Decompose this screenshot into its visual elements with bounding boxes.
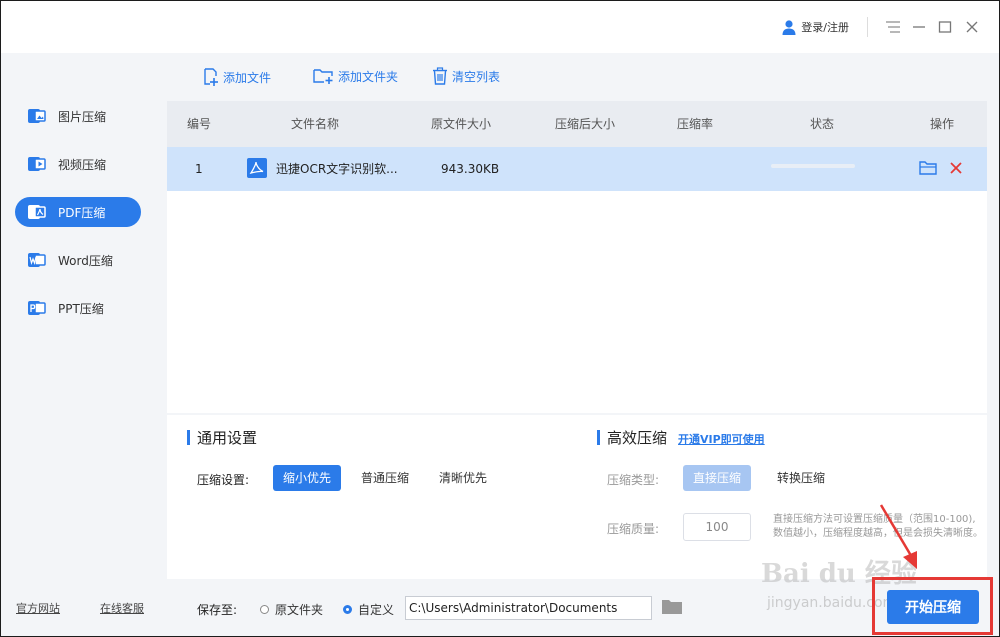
option-normal-compress[interactable]: 普通压缩 bbox=[351, 465, 419, 491]
row-file-name: 迅捷OCR文字识别软... bbox=[276, 162, 398, 176]
browse-folder-button[interactable] bbox=[662, 599, 682, 619]
minimize-icon bbox=[913, 26, 925, 28]
folder-icon bbox=[662, 600, 682, 614]
add-file-button[interactable]: 添加文件 bbox=[202, 67, 271, 87]
minimize-button[interactable] bbox=[909, 17, 929, 37]
column-header-status: 状态 bbox=[809, 117, 834, 131]
general-settings-title: 通用设置 bbox=[187, 427, 257, 448]
maximize-icon bbox=[938, 21, 952, 33]
menu-icon bbox=[886, 21, 900, 33]
annotation-highlight-box bbox=[872, 577, 993, 635]
column-header-compressed-size: 压缩后大小 bbox=[554, 117, 615, 131]
save-path-input[interactable]: C:\Users\Administrator\Documents bbox=[405, 596, 652, 620]
image-compress-icon bbox=[28, 107, 46, 125]
pdf-file-icon bbox=[247, 158, 267, 178]
option-shrink-first[interactable]: 缩小优先 bbox=[273, 465, 342, 491]
radio-original-folder[interactable]: 原文件夹 bbox=[260, 601, 323, 618]
close-icon bbox=[966, 21, 978, 33]
compress-type-label: 压缩类型: bbox=[607, 473, 660, 487]
compress-quality-label: 压缩质量: bbox=[607, 522, 660, 536]
option-clarity-first[interactable]: 清晰优先 bbox=[429, 465, 497, 491]
add-folder-label: 添加文件夹 bbox=[338, 69, 399, 84]
sidebar bbox=[1, 53, 155, 636]
annotation-arrow-icon bbox=[879, 504, 917, 569]
add-file-label: 添加文件 bbox=[223, 70, 272, 85]
menu-button[interactable] bbox=[883, 17, 903, 37]
radio-unselected-icon bbox=[260, 605, 269, 614]
row-original-size: 943.30KB bbox=[441, 162, 500, 176]
sidebar-item-label: Word压缩 bbox=[58, 253, 113, 268]
type-direct-compress[interactable]: 直接压缩 bbox=[683, 465, 752, 491]
radio-custom-folder-label: 自定义 bbox=[358, 603, 395, 617]
type-convert-compress[interactable]: 转换压缩 bbox=[767, 465, 835, 491]
compress-setting-label: 压缩设置: bbox=[197, 473, 250, 487]
title-bar-divider bbox=[867, 17, 868, 37]
file-table: 编号 文件名称 原文件大小 压缩后大小 压缩率 状态 操作 1 迅捷OCR文字识… bbox=[167, 101, 987, 413]
radio-selected-icon bbox=[343, 605, 352, 614]
radio-original-folder-label: 原文件夹 bbox=[275, 603, 324, 617]
open-vip-link[interactable]: 开通VIP即可使用 bbox=[678, 431, 765, 447]
official-site-link[interactable]: 官方网站 bbox=[16, 600, 60, 616]
online-support-link[interactable]: 在线客服 bbox=[100, 600, 144, 616]
status-progress-bar bbox=[771, 164, 855, 168]
sidebar-item-label: PDF压缩 bbox=[58, 205, 106, 220]
open-folder-button[interactable] bbox=[919, 160, 937, 178]
login-register-link[interactable]: 登录/注册 bbox=[781, 19, 849, 35]
general-settings-label: 通用设置 bbox=[197, 429, 258, 447]
app-window: 登录/注册 图片压缩 视频压缩 PDF压缩 Word压缩 PPT压缩 官方网站 … bbox=[0, 0, 1000, 637]
column-header-index: 编号 bbox=[186, 117, 211, 131]
pdf-compress-icon bbox=[28, 203, 46, 221]
row-index: 1 bbox=[195, 162, 203, 176]
column-header-ratio: 压缩率 bbox=[676, 117, 713, 131]
delete-row-button[interactable] bbox=[949, 161, 963, 177]
title-bar: 登录/注册 bbox=[1, 1, 999, 53]
folder-icon bbox=[919, 161, 937, 175]
trash-icon bbox=[433, 67, 447, 85]
sidebar-item-pdf[interactable]: PDF压缩 bbox=[15, 197, 141, 227]
delete-icon bbox=[950, 162, 962, 174]
column-header-original-size: 原文件大小 bbox=[430, 117, 491, 131]
sidebar-item-word[interactable]: Word压缩 bbox=[15, 245, 141, 275]
radio-custom-folder[interactable]: 自定义 bbox=[343, 601, 394, 618]
table-row[interactable]: 1 迅捷OCR文字识别软... 943.30KB bbox=[167, 147, 987, 191]
user-icon bbox=[782, 20, 796, 35]
add-file-icon bbox=[204, 68, 218, 86]
add-folder-icon bbox=[313, 69, 333, 84]
table-header: 编号 文件名称 原文件大小 压缩后大小 压缩率 状态 操作 bbox=[167, 101, 987, 147]
sidebar-item-image[interactable]: 图片压缩 bbox=[15, 101, 141, 131]
video-compress-icon bbox=[28, 155, 46, 173]
sidebar-item-video[interactable]: 视频压缩 bbox=[15, 149, 141, 179]
column-header-actions: 操作 bbox=[929, 117, 954, 131]
sidebar-item-label: 视频压缩 bbox=[58, 157, 107, 172]
sidebar-item-ppt[interactable]: PPT压缩 bbox=[15, 293, 141, 323]
save-to-label: 保存至: bbox=[197, 603, 238, 617]
word-compress-icon bbox=[28, 251, 46, 269]
ppt-compress-icon bbox=[28, 299, 46, 317]
close-button[interactable] bbox=[962, 17, 982, 37]
login-label: 登录/注册 bbox=[801, 21, 849, 34]
clear-list-button[interactable]: 清空列表 bbox=[431, 67, 500, 85]
clear-list-label: 清空列表 bbox=[452, 69, 501, 84]
efficient-compress-title: 高效压缩 bbox=[597, 427, 667, 448]
efficient-compress-label: 高效压缩 bbox=[607, 429, 668, 447]
maximize-button[interactable] bbox=[935, 17, 955, 37]
sidebar-item-label: PPT压缩 bbox=[58, 301, 104, 316]
column-header-name: 文件名称 bbox=[290, 117, 339, 131]
add-folder-button[interactable]: 添加文件夹 bbox=[313, 67, 398, 85]
sidebar-item-label: 图片压缩 bbox=[58, 109, 107, 124]
compress-quality-input[interactable]: 100 bbox=[683, 513, 751, 541]
